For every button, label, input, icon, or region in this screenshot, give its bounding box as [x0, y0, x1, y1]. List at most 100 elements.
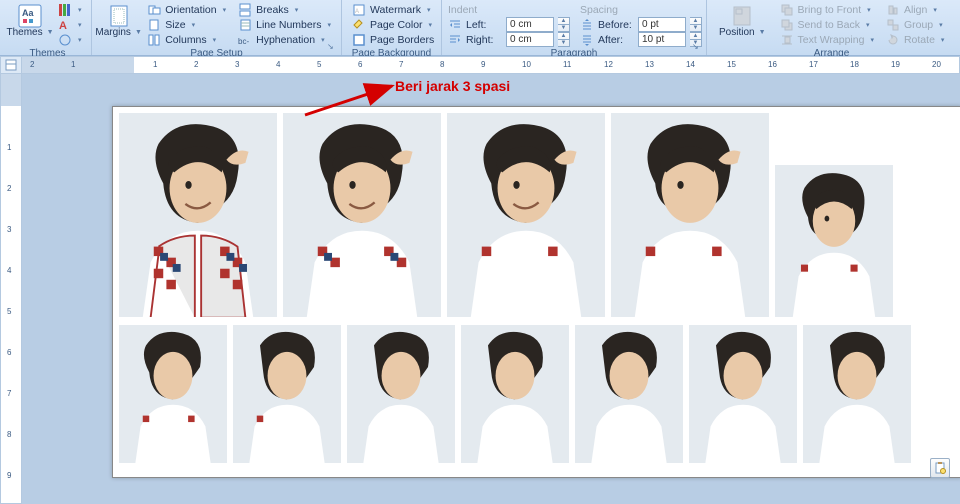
rotate-label: Rotate: [904, 34, 935, 46]
ruler-h-tick: 13: [645, 60, 654, 69]
hyphenation-button[interactable]: bc‑Hyphenation▾: [234, 32, 335, 47]
page-color-button[interactable]: Page Color▾: [348, 17, 438, 32]
align-button: Align▾: [882, 2, 948, 17]
line-numbers-button[interactable]: Line Numbers▾: [234, 17, 335, 32]
ruler-v-tick: 3: [7, 225, 11, 234]
page-borders-button[interactable]: Page Borders: [348, 32, 438, 47]
spacing-after-label: After:: [598, 34, 634, 46]
ruler-h-tick: 20: [932, 60, 941, 69]
ruler-h-tick: 14: [686, 60, 695, 69]
paste-options-icon: [933, 461, 947, 475]
photo-large[interactable]: [611, 113, 769, 317]
page-color-label: Page Color: [370, 19, 423, 31]
svg-text:bc‑: bc‑: [238, 37, 249, 46]
ruler-corner[interactable]: [0, 56, 22, 74]
theme-fonts-button[interactable]: A▾: [54, 17, 86, 32]
photo-large[interactable]: [119, 113, 277, 317]
photo-small[interactable]: [347, 325, 455, 463]
ruler-vertical[interactable]: 123456789: [0, 74, 22, 504]
align-label: Align: [904, 4, 927, 16]
columns-icon: [147, 33, 161, 47]
text-wrap-label: Text Wrapping: [798, 34, 865, 46]
group-page-setup: Margins▼ Orientation▾ Size▾ Columns▾ Bre…: [92, 0, 342, 55]
indent-right-spinner[interactable]: ▲▼: [558, 32, 570, 47]
margins-button[interactable]: Margins▼: [98, 2, 139, 40]
photo-small[interactable]: [575, 325, 683, 463]
spacing-after-input[interactable]: [638, 32, 686, 47]
spacing-header: Spacing: [580, 2, 702, 17]
ruler-horizontal[interactable]: 211234567891011121314151617181920: [22, 56, 960, 74]
breaks-label: Breaks: [256, 4, 289, 16]
ruler-h-tick: 19: [891, 60, 900, 69]
watermark-icon: A: [352, 3, 366, 17]
bring-front-label: Bring to Front: [798, 4, 862, 16]
orientation-button[interactable]: Orientation▾: [143, 2, 230, 17]
spacing-before-spinner[interactable]: ▲▼: [690, 17, 702, 32]
ruler-v-tick: 2: [7, 184, 11, 193]
svg-text:A: A: [355, 9, 359, 15]
themes-button[interactable]: Aa Themes▼: [10, 2, 50, 40]
ruler-v-tick: 8: [7, 430, 11, 439]
position-label: Position: [719, 27, 755, 38]
paragraph-launcher[interactable]: ↘: [692, 42, 704, 54]
rotate-button: Rotate▾: [882, 32, 948, 47]
photo-large[interactable]: [283, 113, 441, 317]
send-back-icon: [780, 18, 794, 32]
spacing-before-row: Before: ▲▼: [580, 17, 702, 32]
indent-right-label: Right:: [466, 34, 502, 46]
ruler-h-tick: 10: [522, 60, 531, 69]
spacing-after-icon: [580, 33, 594, 47]
photo-small[interactable]: [689, 325, 797, 463]
size-button[interactable]: Size▾: [143, 17, 230, 32]
ruler-h-tick: 17: [809, 60, 818, 69]
columns-button[interactable]: Columns▾: [143, 32, 230, 47]
ruler-h-tick: 11: [563, 60, 571, 69]
indent-left-input[interactable]: [506, 17, 554, 32]
photo-large[interactable]: [447, 113, 605, 317]
ruler-h-tick: 8: [440, 60, 444, 69]
paste-options-smart-tag[interactable]: [930, 458, 950, 478]
photo-small[interactable]: [233, 325, 341, 463]
indent-left-spinner[interactable]: ▲▼: [558, 17, 570, 32]
ruler-h-tick: 9: [481, 60, 485, 69]
document-page[interactable]: [112, 106, 960, 478]
theme-colors-button[interactable]: ▾: [54, 2, 86, 17]
fonts-icon: A: [58, 18, 72, 32]
indent-right-input[interactable]: [506, 32, 554, 47]
ruler-h-tick: 2: [30, 60, 34, 69]
effects-icon: [58, 33, 72, 47]
spacing-before-input[interactable]: [638, 17, 686, 32]
bring-front-icon: [780, 3, 794, 17]
ruler-v-tick: 9: [7, 471, 11, 480]
indent-header: Indent: [448, 2, 570, 17]
ruler-h-tick: 15: [727, 60, 736, 69]
spacing-before-icon: [580, 18, 594, 32]
theme-effects-button[interactable]: ▾: [54, 32, 86, 47]
indent-left-row: Left: ▲▼: [448, 17, 570, 32]
page-setup-launcher[interactable]: ↘: [327, 42, 339, 54]
indent-left-label: Left:: [466, 19, 502, 31]
hyphenation-label: Hyphenation: [256, 34, 315, 46]
svg-text:Aa: Aa: [22, 8, 34, 18]
ruler-h-tick: 18: [850, 60, 859, 69]
photo-small[interactable]: [119, 325, 227, 463]
indent-right-row: Right: ▲▼: [448, 32, 570, 47]
margins-icon: [107, 4, 131, 26]
ruler-h-tick: 1: [153, 60, 157, 69]
group-button: Group▾: [882, 17, 948, 32]
spacing-after-row: After: ▲▼: [580, 32, 702, 47]
size-label: Size: [165, 19, 185, 31]
ruler-h-tick: 3: [235, 60, 239, 69]
themes-icon: Aa: [18, 4, 42, 26]
page-color-icon: [352, 18, 366, 32]
ruler-h-tick: 4: [276, 60, 280, 69]
photo-small[interactable]: [775, 165, 893, 317]
bring-front-button: Bring to Front▾: [776, 2, 878, 17]
photo-small[interactable]: [461, 325, 569, 463]
breaks-button[interactable]: Breaks▾: [234, 2, 335, 17]
page-borders-label: Page Borders: [370, 34, 434, 46]
document-canvas[interactable]: [22, 74, 960, 504]
photo-small[interactable]: [803, 325, 911, 463]
ruler-v-tick: 1: [7, 143, 11, 152]
watermark-button[interactable]: AWatermark▾: [348, 2, 438, 17]
